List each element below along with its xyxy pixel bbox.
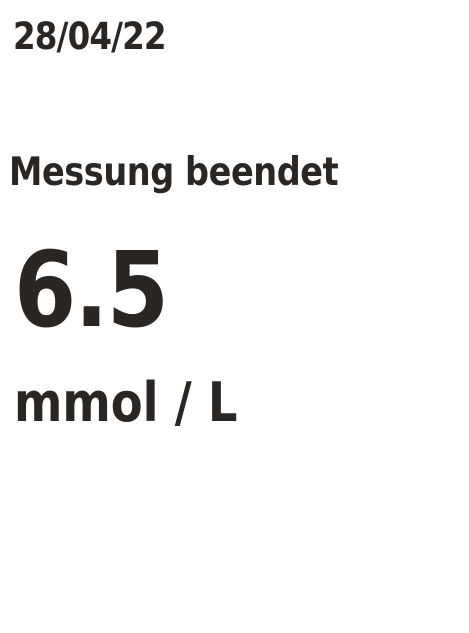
measurement-status: Messung beendet: [9, 150, 339, 195]
glucose-value: 6.5: [14, 229, 169, 351]
meter-result-screen: 28/04/22 Messung beendet 6.5 mmol / L: [0, 0, 469, 633]
measurement-date: 28/04/22: [13, 15, 167, 58]
glucose-unit: mmol / L: [14, 371, 238, 434]
